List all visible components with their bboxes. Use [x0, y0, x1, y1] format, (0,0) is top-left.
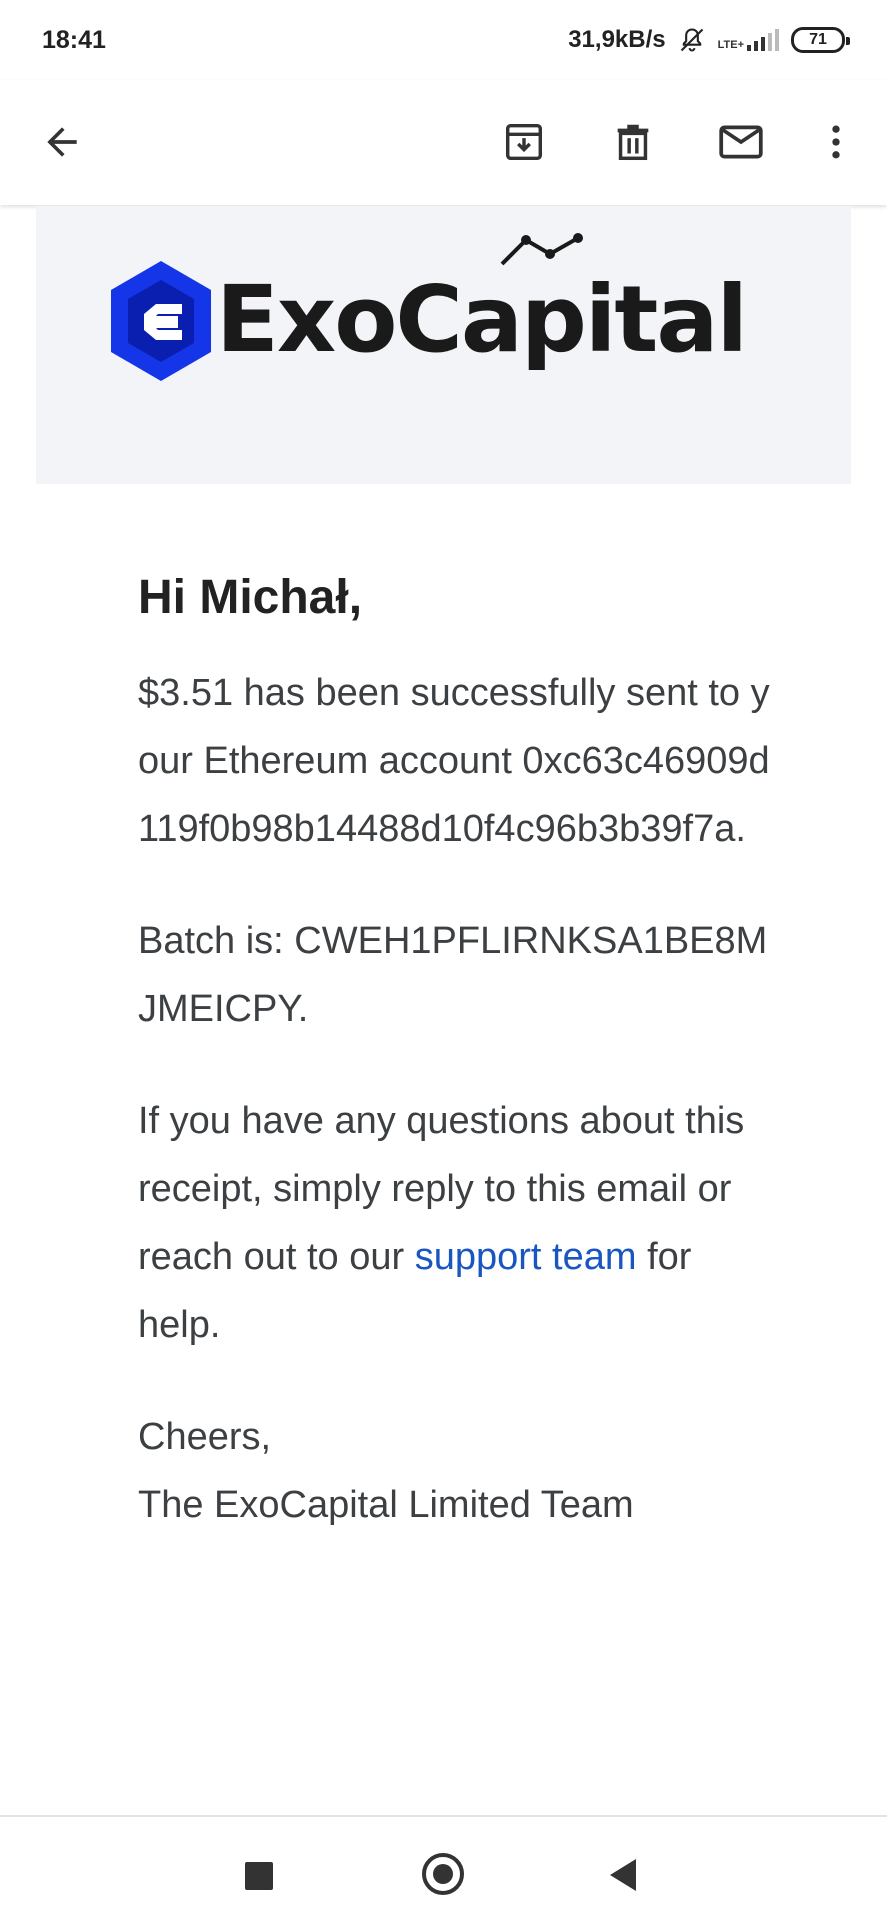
notifications-off-icon — [680, 28, 703, 52]
cellular-indicator: LTE+ — [718, 29, 779, 51]
network-type: LTE+ — [717, 39, 744, 51]
home-icon[interactable] — [422, 1853, 464, 1895]
signature: The ExoCapital Limited Team — [138, 1484, 634, 1526]
payment-confirmation-text: $3.51 has been successfully sent to your… — [138, 672, 770, 850]
signal-strength-icon — [747, 29, 779, 51]
archive-icon[interactable] — [498, 116, 550, 168]
recents-icon[interactable] — [245, 1862, 273, 1890]
batch-text: Batch is: CWEH1PFLIRNKSA1BE8MJMEICPY. — [138, 920, 768, 1030]
email-toolbar — [0, 80, 887, 205]
battery-level: 71 — [809, 31, 827, 48]
sign-off-block: Cheers, The ExoCapital Limited Team — [138, 1403, 778, 1539]
support-team-link[interactable]: support team — [415, 1236, 637, 1278]
support-paragraph: If you have any questions about this rec… — [138, 1087, 778, 1359]
email-body: Hi Michał, $3.51 has been successfully s… — [138, 570, 778, 1539]
status-bar: 18:41 31,9kB/s LTE+ 71 — [0, 0, 887, 80]
network-speed: 31,9kB/s — [568, 26, 666, 53]
mark-unread-icon[interactable] — [715, 116, 767, 168]
brand-banner: ExoCapital — [36, 206, 851, 484]
exocapital-logo-icon — [111, 261, 211, 381]
delete-icon[interactable] — [607, 116, 659, 168]
back-arrow-icon[interactable] — [36, 116, 88, 168]
system-navigation-bar — [0, 1815, 887, 1920]
status-time: 18:41 — [42, 25, 106, 54]
status-indicators: 31,9kB/s LTE+ 71 — [568, 26, 850, 54]
back-icon[interactable] — [610, 1859, 636, 1891]
sign-off: Cheers, — [138, 1416, 272, 1458]
more-vert-icon[interactable] — [810, 116, 862, 168]
chart-accent-icon — [500, 233, 583, 266]
battery-icon: 71 — [791, 27, 850, 53]
brand-name: ExoCapital — [216, 266, 748, 373]
greeting: Hi Michał, — [138, 571, 363, 624]
